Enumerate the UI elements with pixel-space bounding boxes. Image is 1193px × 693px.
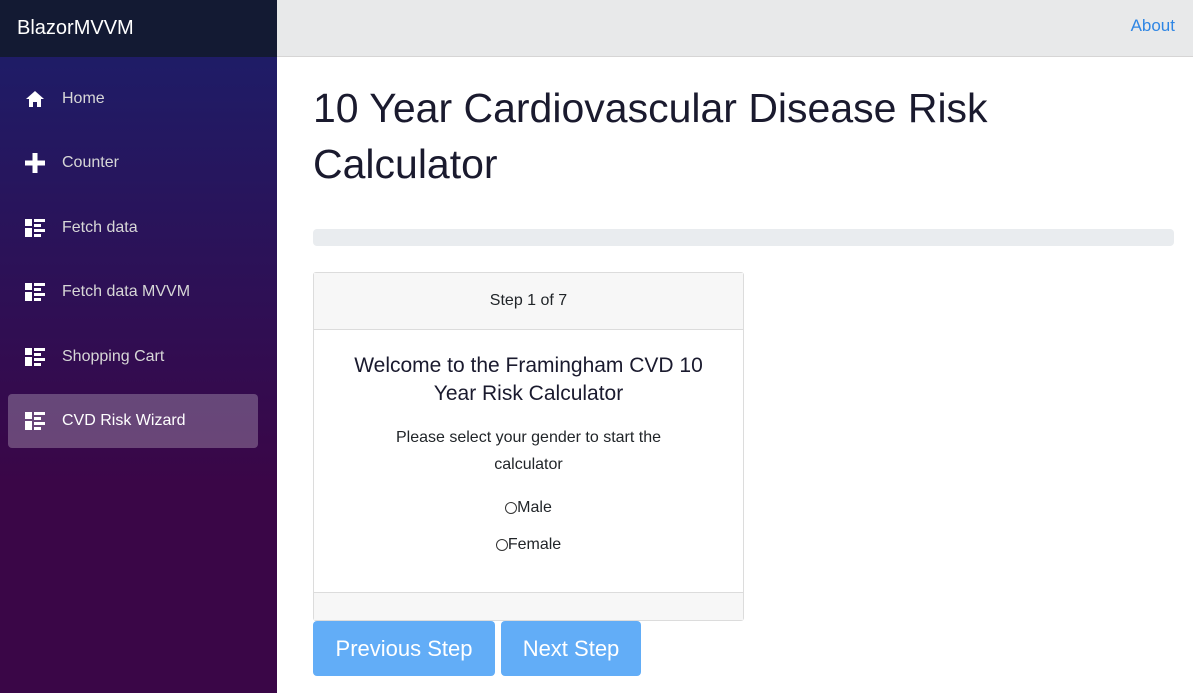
card-body: Welcome to the Framingham CVD 10 Year Ri… — [314, 330, 743, 572]
top-row: About — [277, 0, 1193, 57]
next-step-button[interactable]: Next Step — [501, 621, 641, 676]
brand-link[interactable]: BlazorMVVM — [17, 17, 134, 40]
plus-icon — [24, 152, 46, 174]
card-text: Please select your gender to start the c… — [395, 429, 662, 473]
gender-option-female[interactable]: Female — [334, 535, 723, 572]
sidebar-item-label: Fetch data MVVM — [62, 283, 191, 301]
card-footer — [314, 592, 743, 620]
step-indicator: Step 1 of 7 — [314, 273, 743, 330]
list-rich-icon — [24, 410, 46, 432]
app-root: BlazorMVVM Home Counter Fetch data Fetch… — [0, 0, 1193, 693]
sidebar: BlazorMVVM Home Counter Fetch data Fetch… — [0, 0, 277, 693]
sidebar-item-counter[interactable]: Counter — [8, 136, 258, 190]
female-label: Female — [507, 536, 562, 553]
sidebar-item-label: Home — [62, 90, 105, 107]
main-content: 10 Year Cardiovascular Disease Risk Calc… — [313, 57, 1175, 676]
sidebar-item-label: Fetch data — [62, 218, 138, 236]
card-title: Welcome to the Framingham CVD 10 Year Ri… — [354, 354, 703, 405]
sidebar-item-label: Counter — [62, 154, 119, 172]
page-title: 10 Year Cardiovascular Disease Risk Calc… — [313, 85, 988, 187]
sidebar-item-home[interactable]: Home — [8, 72, 258, 126]
previous-step-button[interactable]: Previous Step — [313, 621, 495, 676]
list-rich-icon — [24, 217, 46, 239]
sidebar-item-fetch-data[interactable]: Fetch data — [8, 201, 258, 255]
gender-option-male[interactable]: Male — [334, 498, 723, 535]
sidebar-nav: Home Counter Fetch data Fetch data MVVM — [8, 72, 258, 458]
female-radio[interactable] — [495, 539, 508, 551]
list-rich-icon — [24, 281, 46, 303]
male-radio[interactable] — [505, 502, 518, 514]
home-icon — [24, 88, 46, 110]
sidebar-item-shopping-cart[interactable]: Shopping Cart — [8, 330, 258, 384]
brand-bar: BlazorMVVM — [0, 0, 277, 57]
about-link[interactable]: About — [1131, 16, 1175, 36]
sidebar-item-fetch-data-mvvm[interactable]: Fetch data MVVM — [8, 265, 258, 319]
sidebar-item-cvd-risk-wizard[interactable]: CVD Risk Wizard — [8, 393, 258, 448]
sidebar-item-label: Shopping Cart — [62, 347, 165, 365]
wizard-progress-bar — [313, 229, 1174, 246]
list-rich-icon — [24, 346, 46, 368]
sidebar-item-label: CVD Risk Wizard — [62, 411, 186, 429]
male-label: Male — [517, 499, 552, 516]
wizard-step-card: Step 1 of 7 Welcome to the Framingham CV… — [313, 272, 744, 621]
